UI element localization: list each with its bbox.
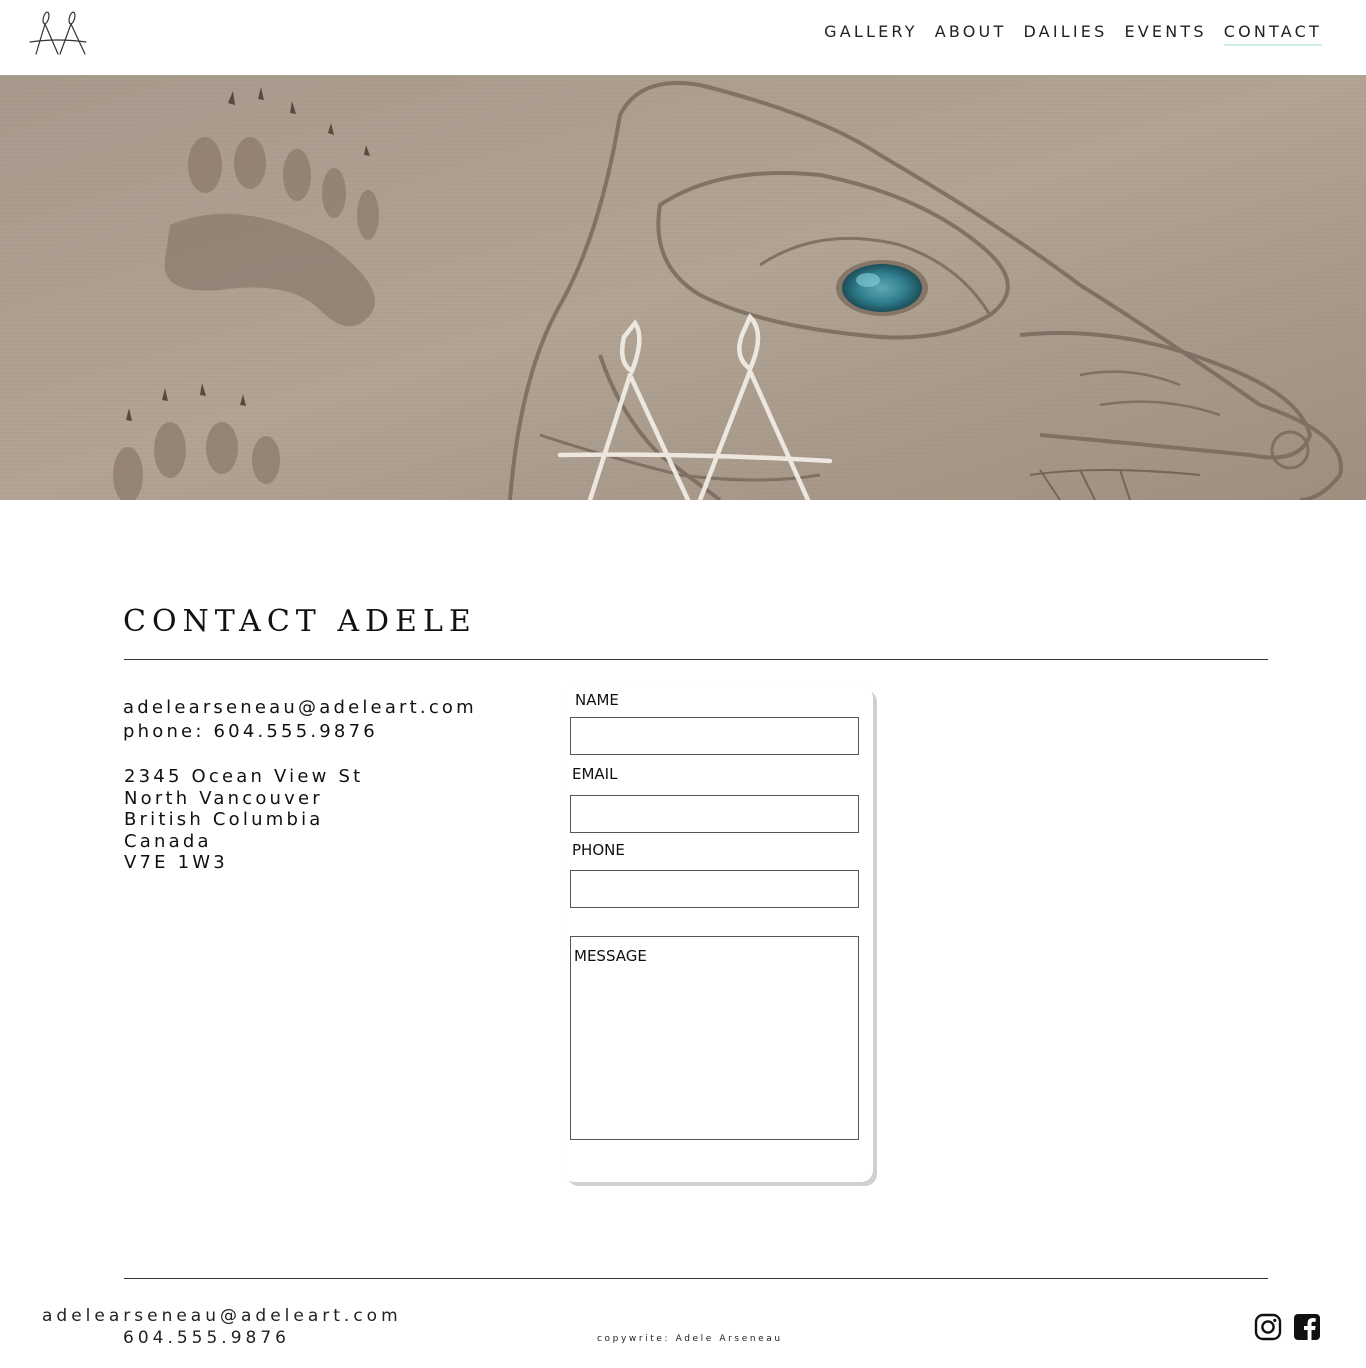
- instagram-icon[interactable]: [1254, 1313, 1282, 1341]
- email-label: EMAIL: [572, 765, 618, 783]
- nav-dailies[interactable]: DAILIES: [1023, 22, 1107, 46]
- contact-phone: phone: 604.555.9876: [123, 721, 378, 742]
- nav-about[interactable]: ABOUT: [935, 22, 1007, 46]
- site-header: GALLERY ABOUT DAILIES EVENTS CONTACT: [0, 0, 1366, 75]
- phone-label: PHONE: [572, 841, 625, 859]
- address-country: Canada: [124, 830, 212, 852]
- contact-address: 2345 Ocean View St North Vancouver Briti…: [124, 766, 363, 874]
- address-province: British Columbia: [124, 809, 324, 831]
- contact-form: NAME EMAIL PHONE: [563, 686, 873, 1182]
- footer-email-link[interactable]: adelearseneau@adeleart.com: [42, 1306, 402, 1326]
- footer-copyright: copywrite: Adele Arseneau: [597, 1334, 783, 1344]
- nav-gallery[interactable]: GALLERY: [824, 22, 918, 46]
- address-city: North Vancouver: [124, 787, 323, 809]
- name-input[interactable]: [570, 717, 859, 755]
- nav-events[interactable]: EVENTS: [1124, 22, 1206, 46]
- contact-email-link[interactable]: adelearseneau@adeleart.com: [123, 696, 477, 720]
- nav-contact[interactable]: CONTACT: [1223, 22, 1322, 46]
- address-street: 2345 Ocean View St: [124, 766, 364, 787]
- page-title: CONTACT ADELE: [123, 604, 477, 639]
- carved-wood-hero-image: [0, 75, 1366, 500]
- main-nav: GALLERY ABOUT DAILIES EVENTS CONTACT: [824, 22, 1322, 46]
- address-postal-code: V7E 1W3: [124, 852, 228, 874]
- footer-phone: 604.555.9876: [123, 1328, 290, 1348]
- contact-details: adelearseneau@adeleart.com phone: 604.55…: [123, 696, 477, 744]
- aa-monogram-logo-icon[interactable]: [28, 8, 88, 58]
- footer-divider: [124, 1278, 1268, 1279]
- hero-banner: [0, 75, 1366, 500]
- email-input[interactable]: [570, 795, 859, 833]
- message-textarea[interactable]: [570, 936, 859, 1140]
- title-divider: [124, 659, 1268, 660]
- name-label: NAME: [575, 691, 619, 709]
- phone-input[interactable]: [570, 870, 859, 908]
- facebook-icon[interactable]: [1293, 1313, 1321, 1341]
